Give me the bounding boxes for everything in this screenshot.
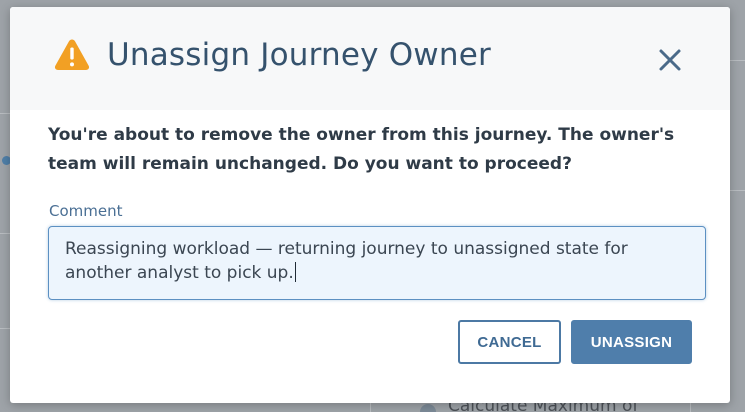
- unassign-button[interactable]: UNASSIGN: [571, 320, 692, 364]
- background-avatar: [420, 404, 436, 412]
- text-caret: [294, 262, 296, 282]
- background-divider: [0, 113, 10, 114]
- dialog-title: Unassign Journey Owner: [107, 37, 491, 73]
- confirmation-message: You're about to remove the owner from th…: [48, 125, 675, 174]
- comment-label: Comment: [49, 202, 123, 220]
- close-icon[interactable]: [655, 45, 685, 75]
- cancel-button[interactable]: CANCEL: [458, 320, 561, 364]
- background-divider: [730, 190, 745, 191]
- comment-text: Reassigning workload — returning journey…: [65, 239, 628, 283]
- warning-triangle-icon: [54, 39, 90, 70]
- background-divider: [0, 233, 10, 234]
- background-divider: [0, 328, 10, 329]
- background-divider: [370, 403, 371, 412]
- comment-textarea[interactable]: Reassigning workload — returning journey…: [48, 226, 706, 300]
- background-divider: [730, 60, 745, 61]
- dialog-header: Unassign Journey Owner: [10, 7, 730, 110]
- unassign-owner-dialog: Unassign Journey Owner You're about to r…: [10, 7, 730, 403]
- background-divider: [690, 403, 691, 412]
